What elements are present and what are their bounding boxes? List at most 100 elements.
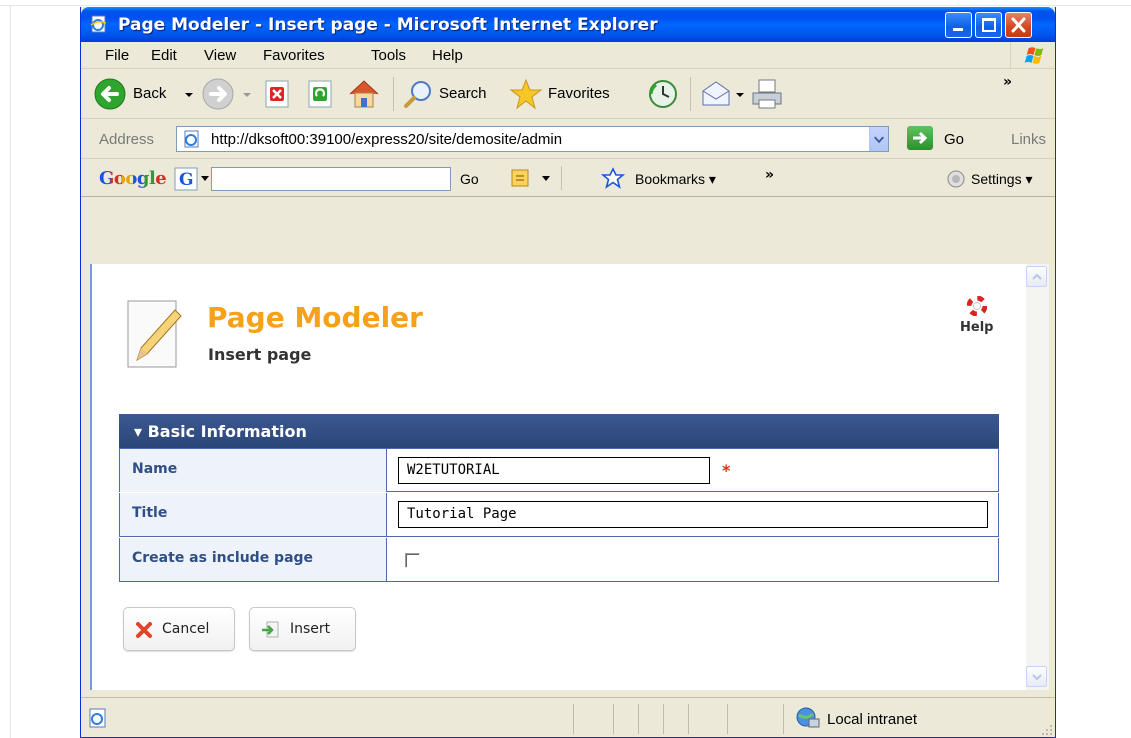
address-dropdown-icon[interactable] (869, 127, 888, 151)
minimize-icon (953, 28, 963, 31)
title-label-cell: Title (120, 493, 387, 536)
scroll-down-button[interactable] (1026, 666, 1047, 687)
title-label: Title (132, 505, 168, 521)
toolbar-separator (690, 77, 691, 111)
bookmarks-star-icon[interactable] (601, 167, 625, 189)
form-row-include-page: Create as include page (119, 538, 999, 582)
screen: Page Modeler - Insert page - Microsoft I… (0, 0, 1131, 738)
status-divider (688, 704, 689, 734)
search-icon[interactable] (401, 77, 437, 111)
ie-page-icon (184, 130, 199, 148)
settings-label: Settings (971, 171, 1022, 187)
go-arrow-icon[interactable] (907, 126, 933, 150)
close-button[interactable] (1005, 12, 1032, 38)
google-separator (561, 166, 562, 190)
address-field[interactable]: http://dksoft00:39100/express20/site/dem… (176, 126, 889, 152)
google-overflow-chevron[interactable]: » (765, 167, 774, 183)
google-g-icon[interactable]: G (174, 167, 198, 191)
outer-frame-left (10, 5, 11, 738)
name-input[interactable]: W2ETUTORIAL (398, 457, 710, 484)
page-subtitle: Insert page (208, 345, 312, 364)
scroll-up-button[interactable] (1026, 266, 1047, 287)
mail-icon[interactable] (699, 77, 733, 111)
panel-title: Basic Information (147, 422, 307, 441)
page-modeler-pencil-icon (127, 300, 182, 368)
print-icon[interactable] (749, 77, 785, 111)
page-title: Page Modeler (207, 301, 423, 334)
bookmarks-menu[interactable]: Bookmarks ▾ (635, 171, 716, 188)
title-bar[interactable]: Page Modeler - Insert page - Microsoft I… (81, 7, 1055, 42)
title-input[interactable]: Tutorial Page (398, 501, 988, 528)
include-label-cell: Create as include page (120, 538, 387, 581)
menu-file[interactable]: File (105, 47, 129, 64)
address-url[interactable]: http://dksoft00:39100/express20/site/dem… (211, 131, 562, 148)
back-button-label[interactable]: Back (133, 85, 166, 102)
help-lifebuoy-icon[interactable] (967, 296, 987, 316)
forward-dropdown-icon[interactable] (240, 77, 254, 111)
ie-page-icon (89, 708, 106, 728)
google-search-input[interactable] (211, 167, 451, 191)
back-arrow-icon[interactable] (93, 77, 127, 111)
google-page-tools-icon[interactable] (504, 168, 538, 190)
cancel-button[interactable]: Cancel (123, 607, 235, 651)
help-link[interactable]: Help (960, 320, 993, 335)
toolbar-separator (393, 77, 394, 111)
status-divider (573, 704, 574, 734)
settings-menu[interactable]: Settings ▾ (971, 171, 1033, 188)
links-button[interactable]: Links (1011, 131, 1046, 148)
chevron-up-icon (1032, 273, 1042, 280)
menu-help[interactable]: Help (432, 47, 463, 64)
go-button-label[interactable]: Go (944, 131, 964, 148)
mail-dropdown-icon[interactable] (734, 77, 746, 111)
address-label: Address (99, 131, 155, 148)
page-tools-dropdown-icon[interactable] (541, 175, 551, 183)
include-page-checkbox[interactable] (405, 553, 420, 568)
settings-radio-icon[interactable] (947, 170, 965, 188)
menu-bar: File Edit View Favorites Tools Help (81, 42, 1055, 69)
status-divider (727, 704, 728, 734)
google-logo-text: Google (99, 168, 167, 189)
back-dropdown-icon[interactable] (182, 77, 196, 111)
chevron-down-icon (1032, 674, 1042, 681)
svg-text:G: G (179, 170, 194, 190)
windows-logo-icon (1010, 42, 1044, 69)
google-toolbar: Google G Go Bookmarks ▾ » Settings ▾ (81, 160, 1055, 197)
standard-toolbar: Back Search Favorites » (81, 69, 1055, 119)
resize-grip-icon[interactable] (1039, 722, 1053, 736)
menu-edit[interactable]: Edit (151, 47, 177, 64)
history-icon[interactable] (646, 77, 680, 111)
status-divider (638, 704, 639, 734)
home-icon[interactable] (346, 77, 382, 111)
stop-icon[interactable] (261, 77, 295, 111)
maximize-button[interactable] (975, 12, 1002, 38)
form-row-title: Title Tutorial Page (119, 493, 999, 537)
status-bar: Local intranet (81, 697, 1055, 737)
google-menu-dropdown-icon[interactable] (200, 175, 210, 183)
name-label: Name (132, 461, 178, 477)
insert-button-label: Insert (290, 621, 331, 637)
menu-favorites[interactable]: Favorites (263, 47, 325, 64)
search-button-label[interactable]: Search (439, 85, 487, 102)
basic-information-panel-header[interactable]: ▾ Basic Information (119, 414, 999, 448)
panel-header-title: ▾ Basic Information (134, 422, 307, 441)
vertical-scrollbar[interactable] (1026, 264, 1049, 690)
toolbar-overflow-chevron[interactable]: » (1003, 74, 1012, 90)
menu-view[interactable]: View (204, 47, 236, 64)
refresh-icon[interactable] (304, 77, 338, 111)
window-title: Page Modeler - Insert page - Microsoft I… (118, 15, 658, 35)
maximize-icon (982, 18, 996, 32)
name-label-cell: Name (120, 449, 387, 492)
favorites-star-icon[interactable] (507, 77, 545, 111)
close-icon (1011, 17, 1026, 33)
forward-arrow-icon[interactable] (201, 77, 235, 111)
menu-tools[interactable]: Tools (371, 47, 406, 64)
favorites-button-label[interactable]: Favorites (548, 85, 610, 102)
cancel-x-icon (136, 622, 152, 638)
security-zone-label: Local intranet (827, 711, 918, 728)
insert-page-icon (262, 621, 279, 638)
google-go-button[interactable]: Go (460, 171, 479, 187)
bookmarks-label: Bookmarks (635, 171, 706, 187)
insert-button[interactable]: Insert (249, 607, 356, 651)
minimize-button[interactable] (945, 12, 972, 38)
ie-page-icon (90, 15, 107, 33)
